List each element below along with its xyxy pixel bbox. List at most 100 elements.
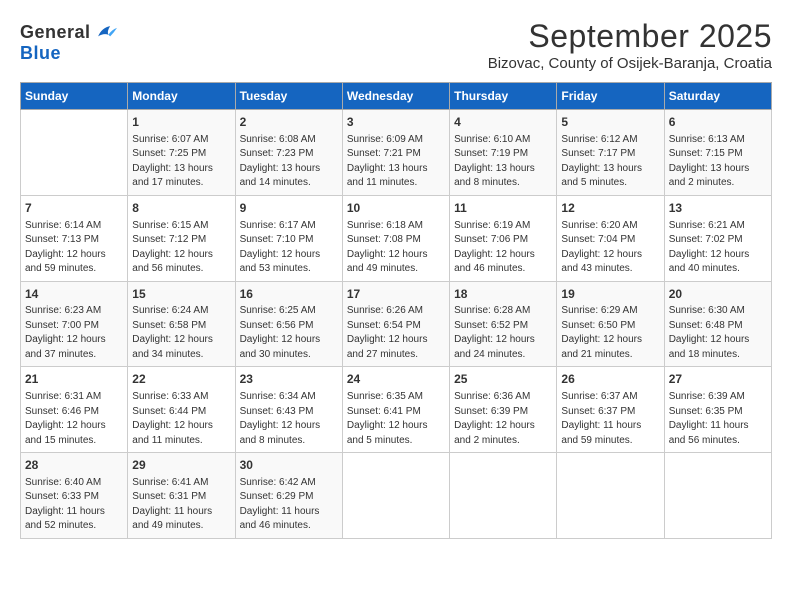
day-number: 4 [454, 114, 552, 131]
calendar-week-row: 7 Sunrise: 6:14 AM Sunset: 7:13 PM Daylig… [21, 195, 772, 281]
day-number: 23 [240, 371, 338, 388]
calendar-day-27: 27Sunrise: 6:39 AM Sunset: 6:35 PM Dayli… [664, 367, 771, 453]
day-number: 8 [132, 200, 230, 217]
empty-cell [450, 453, 557, 539]
day-number: 12 [561, 200, 659, 217]
day-number: 24 [347, 371, 445, 388]
calendar-day-19: 19Sunrise: 6:29 AM Sunset: 6:50 PM Dayli… [557, 281, 664, 367]
calendar-day-15: 15Sunrise: 6:24 AM Sunset: 6:58 PM Dayli… [128, 281, 235, 367]
calendar-title: September 2025 [488, 18, 772, 55]
day-info: Sunrise: 6:41 AM Sunset: 6:31 PM Dayligh… [132, 476, 230, 534]
calendar-day-25: 25Sunrise: 6:36 AM Sunset: 6:39 PM Dayli… [450, 367, 557, 453]
calendar-day-8: 8 Sunrise: 6:15 AM Sunset: 7:12 PM Daylig… [128, 195, 235, 281]
calendar-day-4: 4 Sunrise: 6:10 AM Sunset: 7:19 PM Daylig… [450, 110, 557, 196]
calendar-day-5: 5 Sunrise: 6:12 AM Sunset: 7:17 PM Daylig… [557, 110, 664, 196]
day-number: 10 [347, 200, 445, 217]
day-info: Sunrise: 6:34 AM Sunset: 6:43 PM Dayligh… [240, 390, 338, 448]
calendar-header-row: SundayMondayTuesdayWednesdayThursdayFrid… [21, 83, 772, 110]
logo-blue-text: Blue [20, 43, 61, 64]
day-info: Sunrise: 6:18 AM Sunset: 7:08 PM Dayligh… [347, 219, 445, 277]
day-number: 17 [347, 286, 445, 303]
header-tuesday: Tuesday [235, 83, 342, 110]
header-thursday: Thursday [450, 83, 557, 110]
calendar-week-row: 28 Sunrise: 6:40 AM Sunset: 6:33 PM Dayli… [21, 453, 772, 539]
day-number: 20 [669, 286, 767, 303]
calendar-day-12: 12 Sunrise: 6:20 AM Sunset: 7:04 PM Dayli… [557, 195, 664, 281]
calendar-subtitle: Bizovac, County of Osijek-Baranja, Croat… [488, 55, 772, 72]
day-info: Sunrise: 6:21 AM Sunset: 7:02 PM Dayligh… [669, 219, 767, 277]
day-info: Sunrise: 6:35 AM Sunset: 6:41 PM Dayligh… [347, 390, 445, 448]
calendar-day-22: 22Sunrise: 6:33 AM Sunset: 6:44 PM Dayli… [128, 367, 235, 453]
day-number: 26 [561, 371, 659, 388]
day-info: Sunrise: 6:08 AM Sunset: 7:23 PM Dayligh… [240, 133, 338, 191]
calendar-day-11: 11 Sunrise: 6:19 AM Sunset: 7:06 PM Dayli… [450, 195, 557, 281]
header-sunday: Sunday [21, 83, 128, 110]
day-info: Sunrise: 6:29 AM Sunset: 6:50 PM Dayligh… [561, 304, 659, 362]
empty-cell [342, 453, 449, 539]
calendar-week-row: 1Sunrise: 6:07 AM Sunset: 7:25 PM Daylig… [21, 110, 772, 196]
empty-cell [557, 453, 664, 539]
day-info: Sunrise: 6:12 AM Sunset: 7:17 PM Dayligh… [561, 133, 659, 191]
day-number: 21 [25, 371, 123, 388]
day-info: Sunrise: 6:26 AM Sunset: 6:54 PM Dayligh… [347, 304, 445, 362]
day-info: Sunrise: 6:30 AM Sunset: 6:48 PM Dayligh… [669, 304, 767, 362]
calendar-day-26: 26 Sunrise: 6:37 AM Sunset: 6:37 PM Dayli… [557, 367, 664, 453]
day-number: 3 [347, 114, 445, 131]
day-number: 13 [669, 200, 767, 217]
day-number: 11 [454, 200, 552, 217]
day-number: 25 [454, 371, 552, 388]
calendar-day-6: 6 Sunrise: 6:13 AM Sunset: 7:15 PM Daylig… [664, 110, 771, 196]
day-number: 16 [240, 286, 338, 303]
calendar-day-21: 21 Sunrise: 6:31 AM Sunset: 6:46 PM Dayli… [21, 367, 128, 453]
day-info: Sunrise: 6:31 AM Sunset: 6:46 PM Dayligh… [25, 390, 123, 448]
day-info: Sunrise: 6:17 AM Sunset: 7:10 PM Dayligh… [240, 219, 338, 277]
day-info: Sunrise: 6:39 AM Sunset: 6:35 PM Dayligh… [669, 390, 767, 448]
calendar-day-28: 28 Sunrise: 6:40 AM Sunset: 6:33 PM Dayli… [21, 453, 128, 539]
calendar-day-2: 2 Sunrise: 6:08 AM Sunset: 7:23 PM Daylig… [235, 110, 342, 196]
day-info: Sunrise: 6:07 AM Sunset: 7:25 PM Dayligh… [132, 133, 230, 191]
calendar-day-30: 30Sunrise: 6:42 AM Sunset: 6:29 PM Dayli… [235, 453, 342, 539]
day-info: Sunrise: 6:14 AM Sunset: 7:13 PM Dayligh… [25, 219, 123, 277]
calendar-day-29: 29Sunrise: 6:41 AM Sunset: 6:31 PM Dayli… [128, 453, 235, 539]
day-info: Sunrise: 6:09 AM Sunset: 7:21 PM Dayligh… [347, 133, 445, 191]
day-info: Sunrise: 6:13 AM Sunset: 7:15 PM Dayligh… [669, 133, 767, 191]
day-info: Sunrise: 6:23 AM Sunset: 7:00 PM Dayligh… [25, 304, 123, 362]
day-info: Sunrise: 6:20 AM Sunset: 7:04 PM Dayligh… [561, 219, 659, 277]
day-number: 9 [240, 200, 338, 217]
calendar-day-1: 1Sunrise: 6:07 AM Sunset: 7:25 PM Daylig… [128, 110, 235, 196]
calendar-day-13: 13 Sunrise: 6:21 AM Sunset: 7:02 PM Dayli… [664, 195, 771, 281]
calendar-day-9: 9 Sunrise: 6:17 AM Sunset: 7:10 PM Daylig… [235, 195, 342, 281]
empty-cell [21, 110, 128, 196]
day-number: 18 [454, 286, 552, 303]
day-info: Sunrise: 6:28 AM Sunset: 6:52 PM Dayligh… [454, 304, 552, 362]
day-info: Sunrise: 6:19 AM Sunset: 7:06 PM Dayligh… [454, 219, 552, 277]
logo: General Blue [20, 18, 117, 64]
day-info: Sunrise: 6:10 AM Sunset: 7:19 PM Dayligh… [454, 133, 552, 191]
calendar-day-14: 14Sunrise: 6:23 AM Sunset: 7:00 PM Dayli… [21, 281, 128, 367]
day-number: 6 [669, 114, 767, 131]
calendar-day-7: 7 Sunrise: 6:14 AM Sunset: 7:13 PM Daylig… [21, 195, 128, 281]
day-number: 15 [132, 286, 230, 303]
title-block: September 2025 Bizovac, County of Osijek… [488, 18, 772, 72]
day-info: Sunrise: 6:40 AM Sunset: 6:33 PM Dayligh… [25, 476, 123, 534]
logo-bird-icon [93, 24, 117, 42]
calendar-day-3: 3 Sunrise: 6:09 AM Sunset: 7:21 PM Daylig… [342, 110, 449, 196]
header-monday: Monday [128, 83, 235, 110]
page-header: General Blue September 2025 Bizovac, Cou… [20, 18, 772, 72]
day-info: Sunrise: 6:15 AM Sunset: 7:12 PM Dayligh… [132, 219, 230, 277]
calendar-day-18: 18Sunrise: 6:28 AM Sunset: 6:52 PM Dayli… [450, 281, 557, 367]
day-number: 5 [561, 114, 659, 131]
day-number: 2 [240, 114, 338, 131]
day-info: Sunrise: 6:25 AM Sunset: 6:56 PM Dayligh… [240, 304, 338, 362]
day-info: Sunrise: 6:37 AM Sunset: 6:37 PM Dayligh… [561, 390, 659, 448]
empty-cell [664, 453, 771, 539]
day-number: 28 [25, 457, 123, 474]
day-number: 7 [25, 200, 123, 217]
calendar-table: SundayMondayTuesdayWednesdayThursdayFrid… [20, 82, 772, 539]
calendar-day-17: 17Sunrise: 6:26 AM Sunset: 6:54 PM Dayli… [342, 281, 449, 367]
calendar-day-10: 10 Sunrise: 6:18 AM Sunset: 7:08 PM Dayli… [342, 195, 449, 281]
day-number: 30 [240, 457, 338, 474]
calendar-day-23: 23 Sunrise: 6:34 AM Sunset: 6:43 PM Dayli… [235, 367, 342, 453]
calendar-day-20: 20Sunrise: 6:30 AM Sunset: 6:48 PM Dayli… [664, 281, 771, 367]
day-number: 14 [25, 286, 123, 303]
